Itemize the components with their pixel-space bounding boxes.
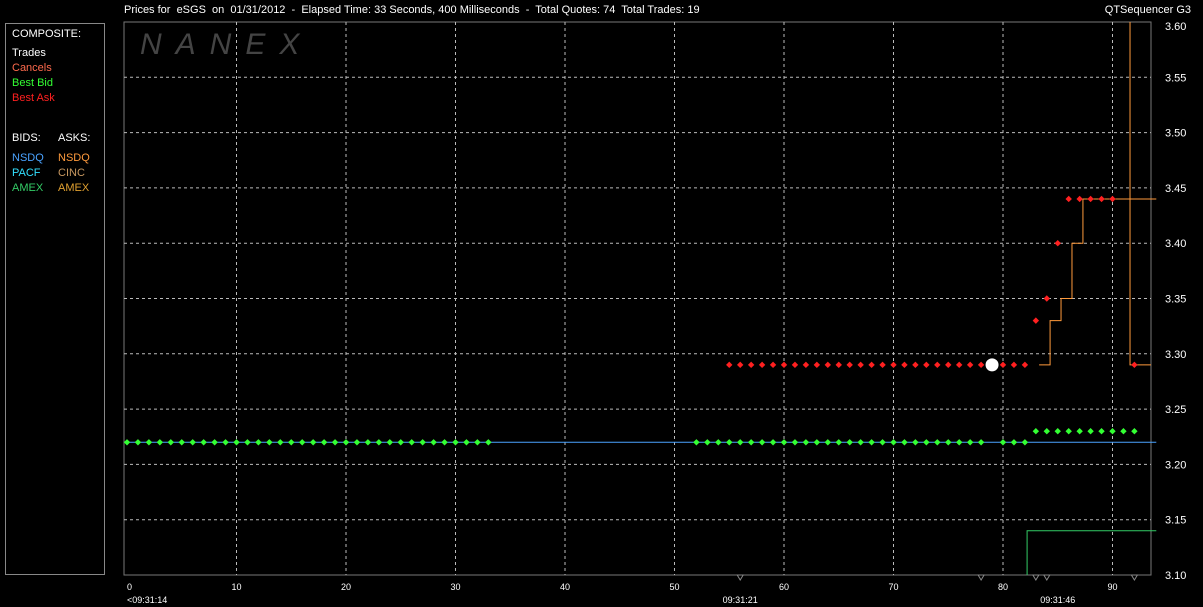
x-tick-label: 50 [669, 582, 679, 592]
tick-marker [1130, 574, 1139, 581]
y-tick-label: 3.35 [1165, 294, 1186, 306]
x-tick-label: 80 [998, 582, 1008, 592]
y-tick-label: 3.50 [1165, 128, 1186, 140]
x-tick-label: 40 [560, 582, 570, 592]
x-tick-label: 30 [450, 582, 460, 592]
y-tick-label: 3.45 [1165, 183, 1186, 195]
y-tick-label: 3.15 [1165, 515, 1186, 527]
price-chart[interactable]: NANEX 3.103.153.203.253.303.353.403.453.… [0, 0, 1203, 607]
tick-marker [1031, 574, 1040, 581]
y-tick-label: 3.40 [1165, 238, 1186, 250]
y-tick-label: 3.55 [1165, 72, 1186, 84]
x-tick-label: 0 [127, 582, 132, 592]
x-axis: 0 10 20 30 40 50 60 70 80 90 <09:31:14 09:31:21 09:3… [127, 574, 1139, 605]
time-label: 09:31:21 [723, 595, 758, 605]
y-tick-label: 3.25 [1165, 404, 1186, 416]
x-tick-label: 20 [341, 582, 351, 592]
y-axis: 3.10 3.15 3.20 3.25 3.30 3.35 3.40 3.45 3.50 3.55… [1165, 21, 1186, 582]
tick-marker [736, 574, 745, 581]
time-label: 09:31:46 [1040, 595, 1075, 605]
x-tick-label: 60 [779, 582, 789, 592]
tick-marker [977, 574, 985, 581]
trade-point [985, 358, 999, 372]
watermark: NANEX [140, 28, 313, 61]
y-tick-label: 3.10 [1165, 570, 1186, 582]
y-tick-label: 3.30 [1165, 349, 1186, 361]
x-tick-label: 90 [1107, 582, 1117, 592]
x-tick-label: 70 [888, 582, 898, 592]
y-tick-label: 3.20 [1165, 459, 1186, 471]
y-tick-label: 3.60 [1165, 21, 1186, 33]
tick-marker [1042, 574, 1051, 581]
x-tick-label: 10 [231, 582, 241, 592]
time-label: <09:31:14 [127, 595, 167, 605]
